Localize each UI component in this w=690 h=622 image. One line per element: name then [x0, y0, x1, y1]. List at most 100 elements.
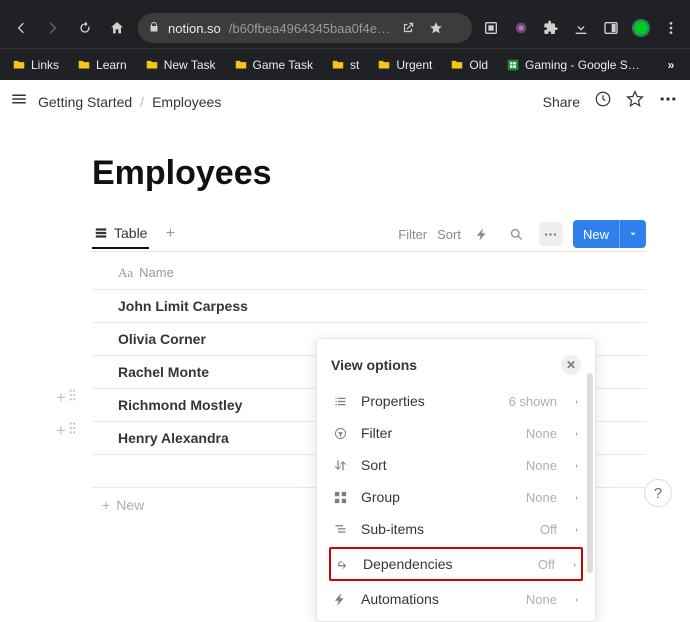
gutter-plus-icon[interactable]: + [56, 388, 66, 408]
help-button[interactable]: ? [644, 479, 672, 507]
bookmark-links[interactable]: Links [6, 55, 65, 75]
bookmarks-overflow[interactable]: » [658, 58, 684, 72]
option-label: Group [361, 489, 514, 505]
back-button[interactable] [6, 13, 36, 43]
bookmark-urgent[interactable]: Urgent [371, 55, 438, 75]
panel-title: View options [331, 357, 417, 373]
new-button[interactable]: New [573, 220, 646, 248]
chrome-menu-icon[interactable] [658, 15, 684, 41]
chevron-right-icon [573, 489, 581, 505]
dependencies-icon [333, 557, 351, 572]
ext-circle-icon[interactable] [508, 15, 534, 41]
chevron-right-icon [573, 521, 581, 537]
favorite-star-icon[interactable] [626, 90, 644, 113]
bookmark-sheets[interactable]: Gaming - Google S… [500, 55, 646, 75]
option-sort[interactable]: Sort None [317, 449, 595, 481]
option-group[interactable]: Group None [317, 481, 595, 513]
page-title[interactable]: Employees [92, 154, 646, 193]
bookmark-label: New Task [164, 58, 216, 72]
breadcrumb-current[interactable]: Employees [152, 94, 221, 110]
topbar-actions: Share [543, 89, 678, 114]
chevron-right-icon [571, 556, 579, 572]
lock-icon [148, 21, 160, 36]
download-icon[interactable] [568, 15, 594, 41]
option-dependencies[interactable]: Dependencies Off [331, 549, 581, 579]
bookmark-label: Links [31, 58, 59, 72]
profile-avatar[interactable] [628, 15, 654, 41]
sidebar-toggle-icon[interactable] [10, 90, 28, 113]
view-options-button[interactable] [539, 222, 563, 246]
url-path: /b60fbea4964345baa0f4e… [229, 21, 390, 36]
cell-name: Olivia Corner [118, 331, 206, 347]
help-label: ? [654, 485, 662, 502]
updates-icon[interactable] [594, 90, 612, 113]
chevron-right-icon [573, 591, 581, 607]
bookmark-label: Learn [96, 58, 127, 72]
url-domain: notion.so [168, 21, 221, 36]
table-header[interactable]: Aa Name [92, 256, 646, 290]
tab-table[interactable]: Table [92, 219, 149, 249]
bookmark-st[interactable]: st [325, 55, 365, 75]
gutter-grip-icon[interactable] [67, 421, 78, 441]
gutter-plus-icon[interactable]: + [56, 421, 66, 441]
row-gutter: + [56, 388, 78, 408]
panel-icon[interactable] [598, 15, 624, 41]
table-row[interactable]: John Limit Carpess [92, 290, 646, 323]
reload-button[interactable] [70, 13, 100, 43]
breadcrumb: Getting Started / Employees [38, 94, 221, 110]
plus-icon: + [102, 497, 110, 513]
cell-name: Henry Alexandra [118, 430, 229, 446]
add-view-button[interactable]: + [159, 223, 181, 245]
share-button[interactable]: Share [543, 94, 580, 110]
sort-button[interactable]: Sort [437, 227, 461, 242]
bookmarks-bar: Links Learn New Task Game Task st Urgent… [0, 48, 690, 80]
chevron-right-icon [573, 393, 581, 409]
browser-chrome: notion.so /b60fbea4964345baa0f4e… Links … [0, 0, 690, 80]
forward-button[interactable] [38, 13, 68, 43]
bookmark-star-icon[interactable] [426, 21, 446, 35]
views-bar: Table + Filter Sort New [92, 219, 646, 252]
sort-icon [331, 458, 349, 473]
bookmark-label: Old [469, 58, 488, 72]
option-value: None [526, 490, 557, 505]
extensions-puzzle-icon[interactable] [538, 15, 564, 41]
page-more-icon[interactable] [658, 89, 678, 114]
bookmark-new-task[interactable]: New Task [139, 55, 222, 75]
home-button[interactable] [102, 13, 132, 43]
option-label: Sort [361, 457, 514, 473]
bookmark-learn[interactable]: Learn [71, 55, 133, 75]
share-url-icon[interactable] [398, 21, 418, 35]
option-value: Off [540, 522, 557, 537]
bookmark-label: Urgent [396, 58, 432, 72]
bookmark-game-task[interactable]: Game Task [228, 55, 319, 75]
cell-name: John Limit Carpess [118, 298, 248, 314]
automations-icon [331, 592, 349, 607]
search-icon[interactable] [505, 222, 529, 246]
notion-topbar: Getting Started / Employees Share [0, 80, 690, 124]
panel-close-icon[interactable]: ✕ [561, 355, 581, 375]
breadcrumb-separator: / [140, 94, 144, 110]
new-button-label: New [573, 227, 619, 242]
bookmark-old[interactable]: Old [444, 55, 494, 75]
option-properties[interactable]: Properties 6 shown [317, 385, 595, 417]
col-name-header: Name [139, 265, 174, 280]
new-button-chevron[interactable] [619, 220, 646, 248]
row-gutter: + [56, 421, 78, 441]
add-row-label: New [116, 497, 144, 513]
bookmark-label: Gaming - Google S… [525, 58, 640, 72]
tab-strip [0, 0, 690, 8]
cell-name: Rachel Monte [118, 364, 209, 380]
option-subitems[interactable]: Sub-items Off [317, 513, 595, 545]
option-filter[interactable]: Filter None [317, 417, 595, 449]
gutter-grip-icon[interactable] [67, 388, 78, 408]
url-bar[interactable]: notion.so /b60fbea4964345baa0f4e… [138, 13, 472, 43]
option-automations[interactable]: Automations None [317, 583, 595, 615]
filter-button[interactable]: Filter [398, 227, 427, 242]
list-icon [331, 394, 349, 409]
panel-scrollbar[interactable] [587, 373, 593, 573]
bookmark-label: Game Task [253, 58, 313, 72]
ext-square-icon[interactable] [478, 15, 504, 41]
breadcrumb-parent[interactable]: Getting Started [38, 94, 132, 110]
bolt-icon[interactable] [471, 222, 495, 246]
filter-icon [331, 426, 349, 441]
